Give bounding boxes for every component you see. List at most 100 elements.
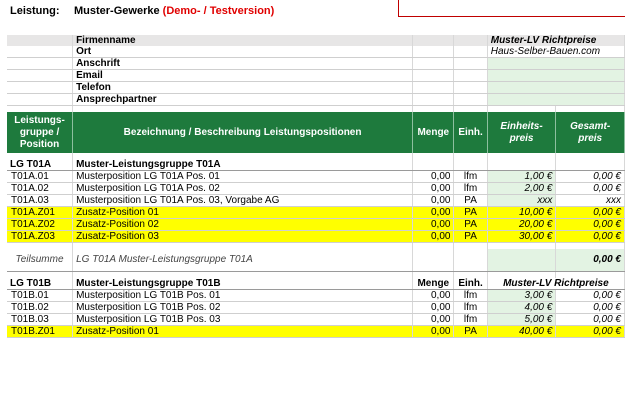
- company-name-label[interactable]: Firmenname: [72, 35, 414, 46]
- quantity-cell[interactable]: 0,00: [412, 182, 455, 195]
- quantity-cell[interactable]: 0,00: [412, 313, 455, 326]
- position-cell: T01A.01: [7, 170, 74, 183]
- leistung-label: Leistung:: [10, 5, 60, 17]
- description-cell: Zusatz-Position 01: [72, 206, 414, 219]
- group-unit-header: Einh.: [453, 278, 488, 290]
- company-field-email[interactable]: Email: [72, 69, 414, 82]
- unit-price-cell: 30,00 €: [487, 230, 557, 243]
- unit-cell: lfm: [453, 313, 488, 326]
- quantity-cell[interactable]: 0,00: [412, 206, 455, 219]
- quantity-cell[interactable]: 0,00: [412, 301, 455, 314]
- col-desc: Bezeichnung / Beschreibung Leistungsposi…: [72, 112, 414, 153]
- total-cell: 0,00 €: [555, 325, 625, 338]
- position-cell: T01B.01: [7, 289, 74, 302]
- total-cell: 0,00 €: [555, 170, 625, 183]
- company-field-ansprechpartner[interactable]: Ansprechpartner: [72, 93, 414, 106]
- unit-price-cell: 10,00 €: [487, 206, 557, 219]
- position-cell: T01B.02: [7, 301, 74, 314]
- company-row: Telefon: [7, 81, 625, 94]
- subtotal-label: Teilsumme: [7, 249, 74, 272]
- table-row: T01B.02 Musterposition LG T01B Pos. 02 0,0…: [7, 301, 625, 314]
- sheet-title: Muster-Gewerke (Demo- / Testversion): [74, 5, 274, 17]
- note-box[interactable]: [398, 0, 625, 17]
- position-cell: T01A.Z03: [7, 230, 74, 243]
- company-row: Ansprechpartner: [7, 93, 625, 106]
- table-row: T01A.Z02 Zusatz-Position 02 0,00 PA 20,00 €0…: [7, 218, 625, 231]
- company-row: Anschrift: [7, 57, 625, 70]
- quantity-cell[interactable]: 0,00: [412, 289, 455, 302]
- table-row: T01B.01 Musterposition LG T01B Pos. 01 0,0…: [7, 289, 625, 302]
- unit-cell: lfm: [453, 301, 488, 314]
- col-unit-price: Einheits-preis: [487, 112, 557, 153]
- table-row: T01B.Z01 Zusatz-Position 01 0,00 PA 40,00 €0…: [7, 325, 625, 338]
- table-row: T01A.01 Musterposition LG T01A Pos. 01 0,0…: [7, 170, 625, 183]
- description-cell: Zusatz-Position 03: [72, 230, 414, 243]
- unit-price-cell: 40,00 €: [487, 325, 557, 338]
- quantity-cell[interactable]: 0,00: [412, 325, 455, 338]
- unit-cell: lfm: [453, 289, 488, 302]
- unit-price-cell: 20,00 €: [487, 218, 557, 231]
- group-qty-header: Menge: [412, 278, 455, 290]
- description-cell: Musterposition LG T01A Pos. 02: [72, 182, 414, 195]
- group-header-b: LG T01B Muster-Leistungsgruppe T01B Meng…: [7, 278, 625, 290]
- quantity-cell[interactable]: 0,00: [412, 230, 455, 243]
- subtotal-value: 0,00 €: [555, 249, 625, 272]
- group-name: Muster-Leistungsgruppe T01A: [72, 159, 414, 171]
- total-cell: 0,00 €: [555, 313, 625, 326]
- description-cell: Musterposition LG T01B Pos. 02: [72, 301, 414, 314]
- group-header-a: LG T01A Muster-Leistungsgruppe T01A: [7, 159, 625, 171]
- total-cell: 0,00 €: [555, 289, 625, 302]
- title-text: Muster-Gewerke: [74, 5, 160, 17]
- company-field-anschrift[interactable]: Anschrift: [72, 57, 414, 70]
- position-cell: T01A.03: [7, 194, 74, 207]
- description-cell: Musterposition LG T01B Pos. 03: [72, 313, 414, 326]
- brand-title: Muster-LV Richtpreise: [487, 35, 625, 46]
- total-cell: 0,00 €: [555, 301, 625, 314]
- table-row: T01A.Z01 Zusatz-Position 01 0,00 PA 10,00 €0…: [7, 206, 625, 219]
- unit-cell: lfm: [453, 170, 488, 183]
- unit-cell: PA: [453, 325, 488, 338]
- column-header-row: Leistungs-gruppe / Position Bezeichnung …: [7, 112, 625, 153]
- quantity-cell[interactable]: 0,00: [412, 218, 455, 231]
- group-name: Muster-Leistungsgruppe T01B: [72, 278, 414, 290]
- company-heading-row: Firmenname Muster-LV Richtpreise: [7, 35, 625, 46]
- unit-cell: PA: [453, 230, 488, 243]
- description-cell: Musterposition LG T01A Pos. 03, Vorgabe …: [72, 194, 414, 207]
- total-cell: 0,00 €: [555, 182, 625, 195]
- quantity-cell[interactable]: 0,00: [412, 194, 455, 207]
- col-total: Gesamt-preis: [555, 112, 625, 153]
- description-cell: Musterposition LG T01B Pos. 01: [72, 289, 414, 302]
- col-qty: Menge: [412, 112, 455, 153]
- unit-price-cell: 2,00 €: [487, 182, 557, 195]
- lv-table: Firmenname Muster-LV Richtpreise Ort Hau…: [7, 35, 625, 338]
- table-row: T01A.Z03 Zusatz-Position 03 0,00 PA 30,00 €0…: [7, 230, 625, 243]
- unit-price-cell: xxx: [487, 194, 557, 207]
- position-cell: T01A.02: [7, 182, 74, 195]
- total-cell: 0,00 €: [555, 206, 625, 219]
- demo-badge: (Demo- / Testversion): [162, 5, 275, 17]
- total-cell: 0,00 €: [555, 230, 625, 243]
- unit-price-cell: 5,00 €: [487, 313, 557, 326]
- unit-price-cell: 3,00 €: [487, 289, 557, 302]
- table-row: T01A.03 Musterposition LG T01A Pos. 03, V…: [7, 194, 625, 207]
- group-brand: Muster-LV Richtpreise: [487, 278, 625, 290]
- description-cell: Musterposition LG T01A Pos. 01: [72, 170, 414, 183]
- quantity-cell[interactable]: 0,00: [412, 170, 455, 183]
- unit-cell: PA: [453, 206, 488, 219]
- col-unit: Einh.: [453, 112, 488, 153]
- company-field-telefon[interactable]: Telefon: [72, 81, 414, 94]
- unit-cell: PA: [453, 218, 488, 231]
- table-row: T01A.02 Musterposition LG T01A Pos. 02 0,0…: [7, 182, 625, 195]
- unit-price-cell: 4,00 €: [487, 301, 557, 314]
- company-field-ort[interactable]: Ort: [72, 46, 414, 58]
- subtotal-desc: LG T01A Muster-Leistungsgruppe T01A: [72, 249, 414, 272]
- description-cell: Zusatz-Position 02: [72, 218, 414, 231]
- brand-url[interactable]: Haus-Selber-Bauen.com: [487, 46, 625, 58]
- unit-price-cell: 1,00 €: [487, 170, 557, 183]
- unit-cell: lfm: [453, 182, 488, 195]
- position-cell: T01B.03: [7, 313, 74, 326]
- total-cell: 0,00 €: [555, 218, 625, 231]
- group-id: LG T01B: [7, 278, 74, 290]
- company-row: Email: [7, 69, 625, 82]
- sheet-header: Leistung: Muster-Gewerke (Demo- / Testve…: [0, 0, 625, 30]
